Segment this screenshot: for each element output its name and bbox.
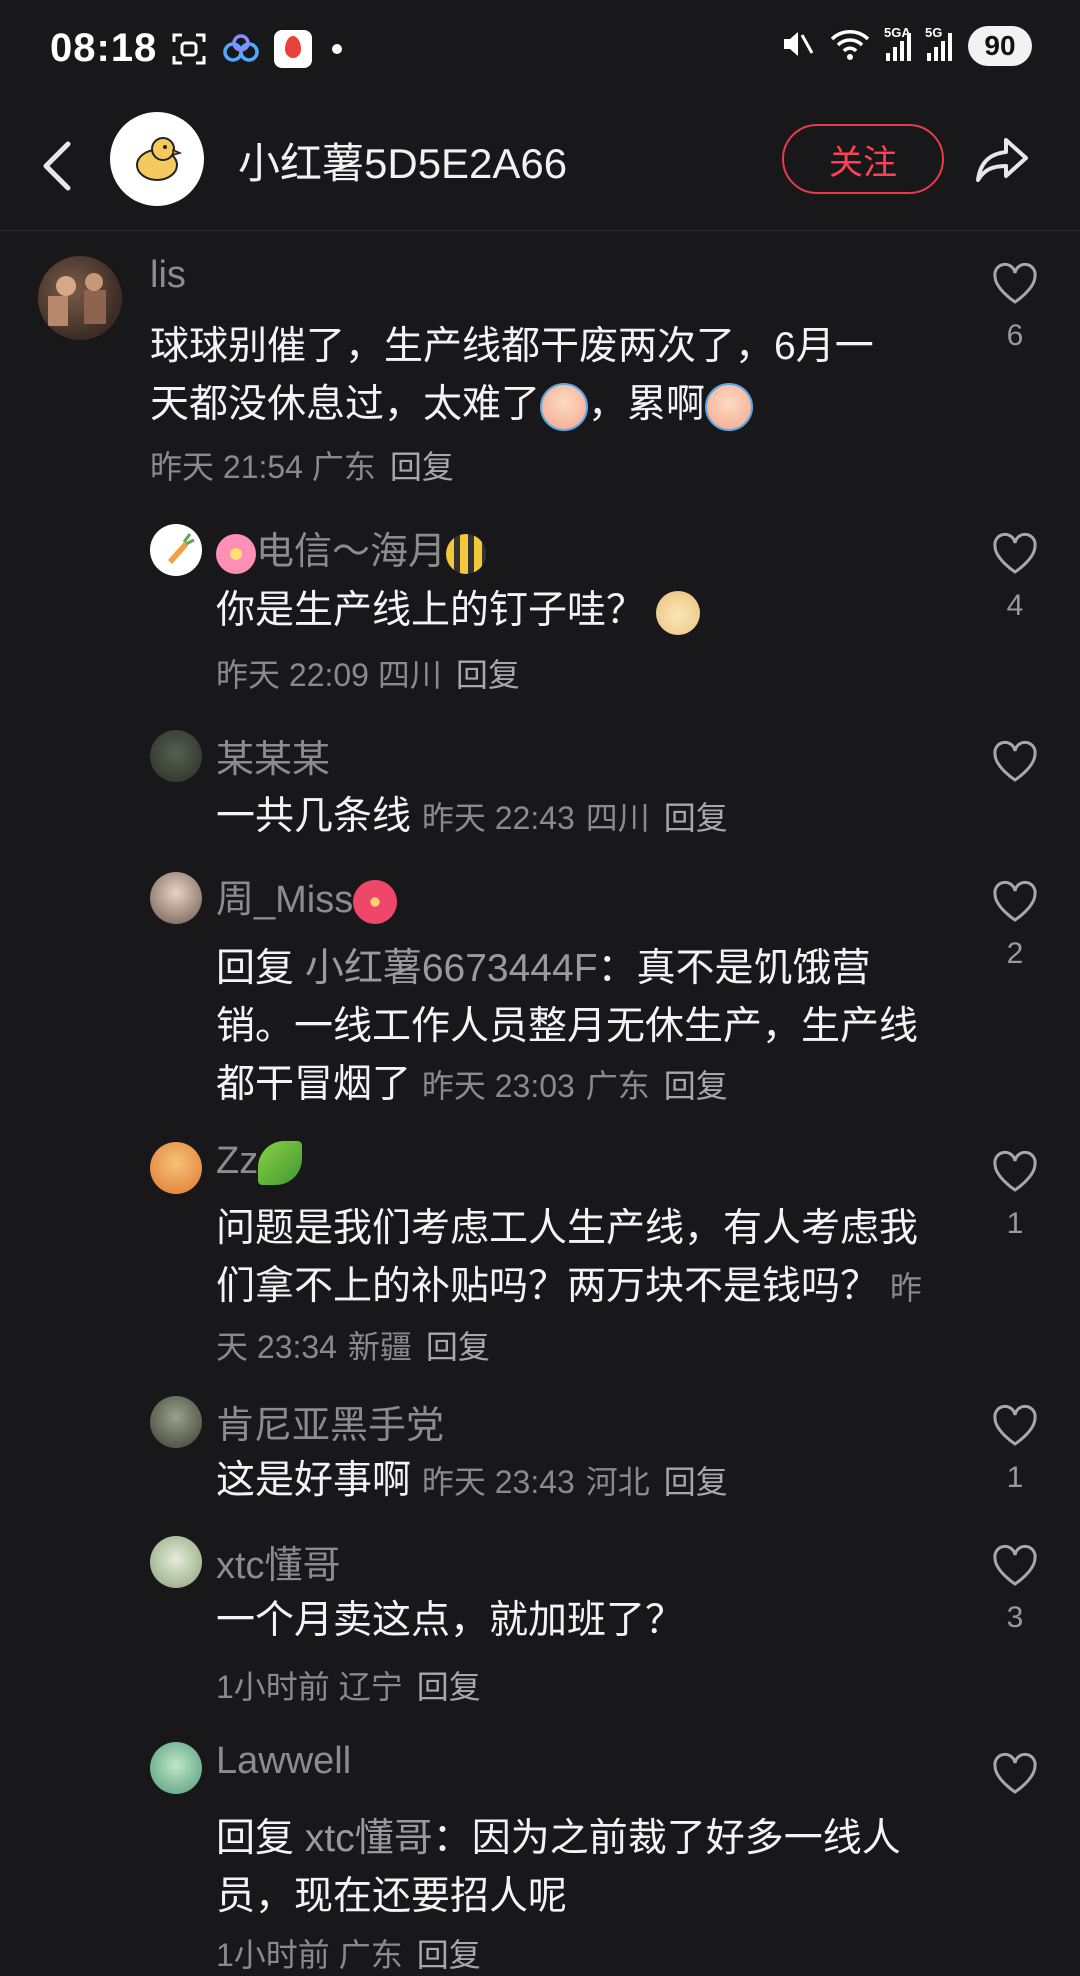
battery-indicator: 90 [968, 26, 1032, 66]
avatar[interactable] [150, 1536, 202, 1588]
mention-link[interactable]: 小红薯6673444F [305, 947, 598, 990]
avatar[interactable] [150, 524, 202, 576]
comment-text: 你是生产线上的钉子哇？ [216, 582, 916, 640]
heart-outline-icon [993, 1752, 1037, 1794]
avatar[interactable] [150, 1142, 202, 1194]
status-time: 08:18 [50, 26, 158, 70]
scan-icon [170, 30, 208, 68]
hibiscus-emoji-icon [353, 879, 398, 924]
duck-avatar-icon [136, 137, 183, 181]
crying-face-emoji-icon [540, 382, 589, 431]
crying-face-emoji-icon [705, 382, 754, 431]
comment-text: 一个月卖这点，就加班了？ [216, 1599, 685, 1642]
bee-emoji-icon [446, 533, 487, 574]
heart-outline-icon [993, 1404, 1037, 1446]
comment-author[interactable]: 周_Miss [216, 868, 398, 924]
reply-button[interactable]: 回复 [664, 1464, 728, 1500]
comment-meta: 昨天 22:09 四川 回复 [216, 657, 520, 693]
comment-text: 回复 小红薯6673444F：真不是饥饿营销。一线工作人员整月无休生产，生产线都… [216, 947, 919, 1106]
reply-button[interactable]: 回复 [390, 449, 454, 485]
comment-author[interactable]: 电信～海月 [216, 520, 487, 575]
like-count: 6 [1006, 319, 1024, 352]
comment-author[interactable]: lis [150, 254, 186, 297]
comment-author[interactable]: 某某某 [216, 728, 330, 783]
reply-button[interactable]: 回复 [417, 1669, 481, 1705]
status-bar: 08:18 5GA 5G 90 [0, 0, 1080, 104]
comment-text: 问题是我们考虑工人生产线，有人考虑我们拿不上的补贴吗？两万块不是钱吗？ 昨天 2… [216, 1207, 922, 1365]
heart-outline-icon [993, 532, 1037, 574]
reply-button[interactable]: 回复 [664, 800, 728, 836]
user-avatar[interactable] [110, 112, 204, 206]
avatar[interactable] [150, 1742, 202, 1794]
avatar[interactable] [38, 256, 122, 340]
like-count: 4 [1006, 589, 1024, 622]
page-title: 小红薯5D5E2A66 [238, 140, 568, 187]
mention-link[interactable]: xtc懂哥 [305, 1817, 433, 1860]
flower-emoji-icon [216, 533, 256, 574]
smiling-bun-emoji-icon [655, 590, 700, 635]
heart-outline-icon [993, 262, 1037, 304]
heart-outline-icon [993, 1150, 1037, 1192]
comment-author[interactable]: Zz [216, 1140, 303, 1185]
back-button[interactable] [38, 136, 78, 196]
comment-author[interactable]: Lawwell [216, 1740, 351, 1783]
cloud-app-icon [222, 30, 260, 68]
reply-button[interactable]: 回复 [417, 1937, 481, 1973]
like-count: 2 [1006, 937, 1024, 970]
comment-meta: 1小时前 辽宁 回复 [216, 1669, 481, 1705]
avatar[interactable] [150, 872, 202, 924]
heart-outline-icon [993, 1544, 1037, 1586]
avatar[interactable] [150, 730, 202, 782]
chevron-left-icon [43, 141, 71, 191]
mute-icon [780, 27, 814, 66]
leaf-emoji-icon [258, 1140, 303, 1185]
top-bar: 小红薯5D5E2A66 关注 [0, 104, 1080, 231]
avatar[interactable] [150, 1396, 202, 1448]
share-arrow-icon [976, 138, 1028, 182]
like-button[interactable]: 4 [990, 532, 1040, 623]
comment-author[interactable]: xtc懂哥 [216, 1534, 341, 1589]
like-button[interactable]: 2 [990, 880, 1040, 971]
comment-text: 球球别催了，生产线都干废两次了，6月一天都没休息过，太难了 ，累啊 [150, 318, 910, 434]
heart-outline-icon [993, 740, 1037, 782]
like-button[interactable]: 1 [990, 1404, 1040, 1495]
heart-outline-icon [993, 880, 1037, 922]
like-button[interactable]: 6 [990, 262, 1040, 353]
follow-button[interactable]: 关注 [782, 124, 944, 194]
like-count: 1 [1006, 1461, 1024, 1494]
wifi-icon [830, 27, 870, 66]
signal-5ga-icon: 5GA [884, 25, 911, 61]
comment-meta: 1小时前 广东 回复 [216, 1937, 481, 1973]
signal-5g-icon: 5G [925, 25, 952, 61]
like-count: 3 [1006, 1601, 1024, 1634]
reply-button[interactable]: 回复 [456, 657, 520, 693]
map-app-icon [274, 30, 312, 68]
comment-text: 回复 xtc懂哥：因为之前裁了好多一线人员，现在还要招人呢 [216, 1817, 901, 1918]
share-button[interactable] [972, 130, 1032, 190]
reply-button[interactable]: 回复 [426, 1329, 490, 1365]
comment-author[interactable]: 肯尼亚黑手党 [216, 1394, 444, 1449]
like-count: 1 [1006, 1207, 1024, 1240]
like-button[interactable] [990, 740, 1040, 789]
notification-dot-icon [332, 44, 342, 54]
comment-text: 一共几条线 昨天 22:43 四川 回复 [216, 795, 728, 838]
like-button[interactable]: 3 [990, 1544, 1040, 1635]
comment-meta: 昨天 21:54 广东 回复 [150, 449, 454, 485]
comment-text: 这是好事啊 昨天 23:43 河北 回复 [216, 1459, 728, 1502]
reply-button[interactable]: 回复 [664, 1068, 728, 1104]
like-button[interactable]: 1 [990, 1150, 1040, 1241]
like-button[interactable] [990, 1752, 1040, 1801]
